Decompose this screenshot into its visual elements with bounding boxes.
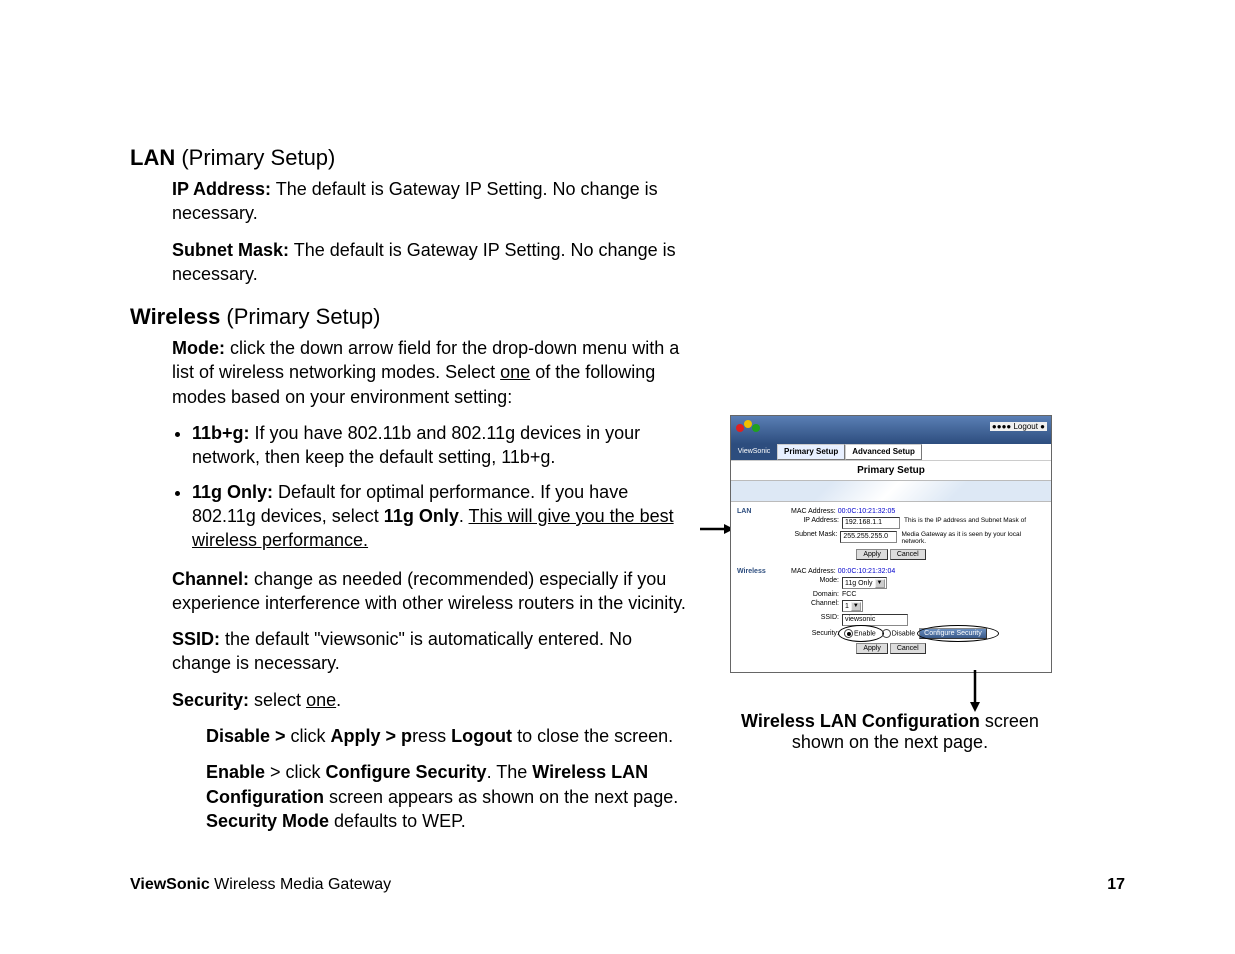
ss-disable-radio[interactable] (882, 629, 891, 638)
channel-para: Channel: change as needed (recommended) … (172, 567, 690, 616)
ss-wireless-label: Wireless (737, 568, 791, 575)
document-body: LAN (Primary Setup) IP Address: The defa… (130, 145, 690, 851)
arrow-down-icon (968, 670, 982, 712)
ss-lan-cancel-button[interactable]: Cancel (890, 549, 926, 560)
footer-brand: ViewSonic (130, 876, 210, 893)
router-screenshot: ●●●● Logout ● ViewSonic Primary Setup Ad… (730, 415, 1052, 673)
ss-logo: ViewSonic (731, 444, 777, 460)
page-footer: ViewSonic Wireless Media Gateway 17 (130, 876, 1125, 894)
ss-security-label: Security: (791, 630, 842, 637)
ss-ip-label: IP Address: (791, 517, 842, 529)
ss-enable-label: Enable (854, 630, 876, 637)
ss-sm-label: Subnet Mask: (790, 531, 840, 545)
ss-topbar: ●●●● Logout ● (731, 416, 1051, 444)
arrow-lan-icon (700, 522, 734, 536)
ss-ssid-label: SSID: (791, 614, 842, 626)
wireless-heading: Wireless (Primary Setup) (130, 304, 690, 330)
viewsonic-birds-icon (733, 416, 763, 444)
ss-w-mac-label: MAC Address: (791, 568, 836, 575)
ss-ssid-input[interactable]: viewsonic (842, 614, 908, 626)
security-para: Security: select one. (172, 688, 690, 712)
ss-channel-label: Channel: (791, 600, 842, 612)
enable-para: Enable > click Configure Security. The W… (206, 760, 690, 833)
tab-advanced-setup[interactable]: Advanced Setup (845, 444, 922, 460)
bullet-11g: 11g Only: Default for optimal performanc… (192, 480, 690, 553)
chevron-down-icon: ▼ (875, 579, 885, 588)
ss-lan-mac-value: 00:0C:10:21:32:05 (838, 508, 896, 515)
wireless-heading-rest: (Primary Setup) (220, 304, 380, 329)
ss-domain-value: FCC (842, 591, 856, 598)
ss-enable-radio[interactable] (844, 629, 853, 638)
ss-configure-security-button[interactable]: Configure Security (919, 628, 987, 639)
ss-channel-dropdown[interactable]: 1 ▼ (842, 600, 863, 612)
lan-heading: LAN (Primary Setup) (130, 145, 690, 171)
ss-sm-hint: Media Gateway as it is seen by your loca… (901, 531, 1045, 545)
lan-ip-para: IP Address: The default is Gateway IP Se… (172, 177, 690, 226)
lan-heading-bold: LAN (130, 145, 175, 170)
ss-mode-dropdown[interactable]: 11g Only ▼ (842, 577, 887, 589)
lan-sm-para: Subnet Mask: The default is Gateway IP S… (172, 238, 690, 287)
footer-product: Wireless Media Gateway (210, 876, 391, 893)
mode-para: Mode: click the down arrow field for the… (172, 336, 690, 409)
disable-para: Disable > click Apply > press Logout to … (206, 724, 690, 748)
ss-domain-label: Domain: (791, 591, 842, 598)
ss-w-cancel-button[interactable]: Cancel (890, 643, 926, 654)
ss-banner-graphic (731, 481, 1051, 502)
bullet-11bg: 11b+g: If you have 802.11b and 802.11g d… (192, 421, 690, 470)
wireless-heading-bold: Wireless (130, 304, 220, 329)
ssid-para: SSID: the default "viewsonic" is automat… (172, 627, 690, 676)
ss-mode-label: Mode: (791, 577, 842, 589)
tab-primary-setup[interactable]: Primary Setup (777, 444, 845, 460)
ss-ip-input[interactable]: 192.168.1.1 (842, 517, 900, 529)
ss-logout-link[interactable]: ●●●● Logout ● (990, 422, 1047, 431)
ss-w-apply-button[interactable]: Apply (856, 643, 888, 654)
page-number: 17 (1107, 876, 1125, 894)
ss-lan-label: LAN (737, 508, 791, 515)
ss-disable-label: Disable (892, 630, 915, 637)
screenshot-caption: Wireless LAN Configuration screen shown … (730, 711, 1050, 753)
chevron-down-icon: ▼ (851, 602, 861, 611)
ss-w-mac-value: 00:0C:10:21:32:04 (838, 568, 896, 575)
ss-sm-input[interactable]: 255.255.255.0 (840, 531, 897, 543)
ss-lan-apply-button[interactable]: Apply (856, 549, 888, 560)
ss-lan-mac-label: MAC Address: (791, 508, 836, 515)
lan-heading-rest: (Primary Setup) (175, 145, 335, 170)
ss-ip-hint: This is the IP address and Subnet Mask o… (904, 517, 1026, 529)
ss-page-title: Primary Setup (731, 461, 1051, 481)
